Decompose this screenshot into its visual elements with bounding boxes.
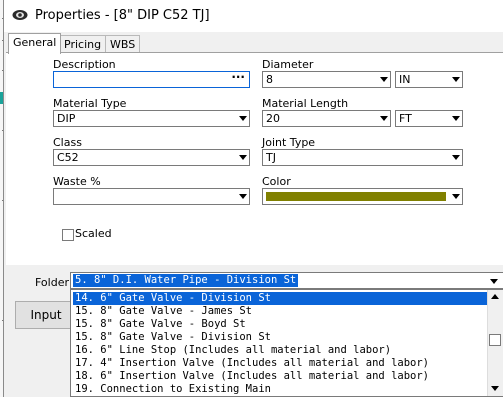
diameter-unit-value: IN <box>399 73 411 86</box>
list-item[interactable]: 17. 4" Insertion Valve (Includes all mat… <box>73 357 489 370</box>
diameter-unit-select[interactable]: IN <box>395 71 463 88</box>
joint-type-select[interactable]: TJ <box>262 149 463 166</box>
list-item[interactable]: 19. Connection to Existing Main <box>73 383 489 396</box>
window-title: Properties - [8" DIP C52 TJ] <box>35 8 210 23</box>
material-length-label: Material Length <box>262 97 349 110</box>
class-label: Class <box>53 136 82 149</box>
color-select[interactable] <box>262 188 463 205</box>
properties-dialog: Properties - [8" DIP C52 TJ] General Pri… <box>3 0 503 397</box>
material-length-value: 20 <box>266 112 280 125</box>
scroll-down-button[interactable] <box>489 383 502 395</box>
app-eye-icon <box>12 10 28 20</box>
chevron-down-icon <box>452 116 460 121</box>
tab-pricing-label: Pricing <box>64 38 102 51</box>
list-item[interactable]: 15. 8" Gate Valve - Division St <box>73 331 489 344</box>
tab-strip: General Pricing WBS <box>4 33 503 54</box>
material-type-label: Material Type <box>53 97 127 110</box>
description-label: Description <box>53 58 116 71</box>
folder-label: Folder: <box>35 276 73 289</box>
tab-wbs-label: WBS <box>110 38 136 51</box>
diameter-value: 8 <box>266 73 273 86</box>
joint-type-value: TJ <box>266 151 276 164</box>
scroll-up-button[interactable] <box>489 291 502 303</box>
chevron-down-icon <box>452 77 460 82</box>
title-bar[interactable]: Properties - [8" DIP C52 TJ] <box>4 0 503 32</box>
material-length-unit-select[interactable]: FT <box>395 110 463 127</box>
scroll-thumb[interactable] <box>489 334 501 346</box>
material-length-unit-value: FT <box>399 112 412 125</box>
color-label: Color <box>262 175 291 188</box>
joint-type-label: Joint Type <box>262 136 316 149</box>
folder-dropdown-list[interactable]: 14. 6" Gate Valve - Division St 15. 8" G… <box>70 289 503 397</box>
chevron-down-icon <box>452 155 460 160</box>
folder-selected-value: 5. 8" D.I. Water Pipe - Division St <box>73 274 299 287</box>
arrow-down-icon <box>491 386 499 391</box>
color-swatch <box>266 192 446 201</box>
folder-select[interactable]: 5. 8" D.I. Water Pipe - Division St <box>70 272 503 289</box>
scaled-label: Scaled <box>75 227 112 240</box>
waste-select[interactable] <box>53 188 250 205</box>
chevron-down-icon <box>239 116 247 121</box>
diameter-select[interactable]: 8 <box>262 71 391 88</box>
chevron-down-icon <box>380 77 388 82</box>
material-length-select[interactable]: 20 <box>262 110 391 127</box>
tab-wbs[interactable]: WBS <box>105 35 141 52</box>
tab-general-label: General <box>13 36 57 49</box>
chevron-down-icon <box>490 279 498 284</box>
list-item[interactable]: 18. 6" Insertion Valve (Includes all mat… <box>73 370 489 383</box>
class-value: C52 <box>57 151 79 164</box>
diameter-label: Diameter <box>262 58 314 71</box>
ellipsis-button[interactable]: ··· <box>231 70 245 85</box>
list-item[interactable]: 15. 8" Gate Valve - James St <box>73 305 489 318</box>
chevron-down-icon <box>452 194 460 199</box>
input-button[interactable]: Input <box>15 301 77 329</box>
class-select[interactable]: C52 <box>53 149 250 166</box>
list-item[interactable]: 15. 8" Gate Valve - Boyd St <box>73 318 489 331</box>
list-scrollbar[interactable] <box>487 290 503 396</box>
arrow-up-icon <box>491 294 499 299</box>
material-type-select[interactable]: DIP <box>53 110 250 127</box>
scaled-checkbox[interactable] <box>62 229 74 241</box>
tab-general[interactable]: General <box>8 33 62 54</box>
list-item[interactable]: 14. 6" Gate Valve - Division St <box>73 292 489 305</box>
waste-label: Waste % <box>53 175 101 188</box>
description-field[interactable]: ··· <box>53 70 250 88</box>
tab-pricing[interactable]: Pricing <box>59 35 107 52</box>
list-item[interactable]: 16. 6" Line Stop (Includes all material … <box>73 344 489 357</box>
chevron-down-icon <box>239 155 247 160</box>
material-type-value: DIP <box>57 112 76 125</box>
chevron-down-icon <box>239 194 247 199</box>
chevron-down-icon <box>380 116 388 121</box>
